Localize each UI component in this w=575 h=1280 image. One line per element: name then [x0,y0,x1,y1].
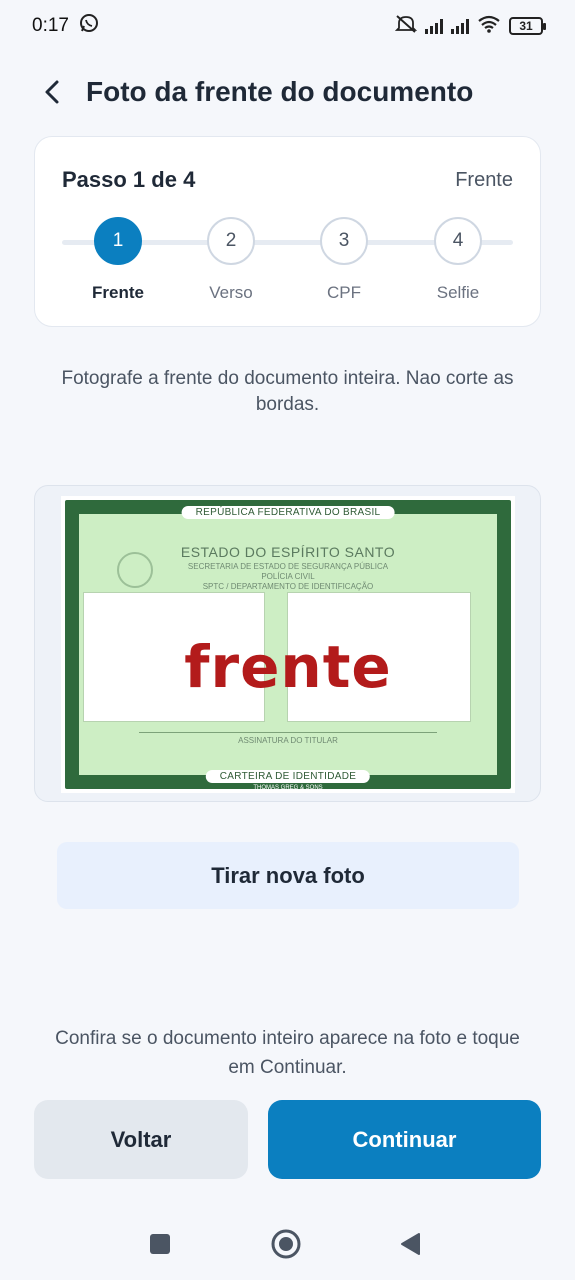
chevron-left-icon [45,80,59,104]
step-label: Selfie [436,283,480,302]
document-maker: THOMAS GREG & SONS [253,785,323,791]
header: Foto da frente do documento [0,62,575,122]
nav-back-button[interactable] [384,1218,436,1270]
status-right: 31 [394,14,546,39]
whatsapp-icon [79,13,99,39]
instruction-text: Fotografe a frente do documento inteira.… [61,368,514,415]
retake-photo-button[interactable]: Tirar nova foto [57,842,519,909]
step-circle: 3 [320,217,368,265]
document-background: ESTADO DO ESPÍRITO SANTO SECRETARIA DE E… [79,514,497,775]
status-bar: 0:17 31 [0,0,575,52]
signal-icon [451,18,469,34]
document-line: POLÍCIA CIVIL [261,572,315,581]
home-button[interactable] [260,1218,312,1270]
status-left: 0:17 [32,13,99,39]
step-selfie: 4 Selfie [408,217,508,303]
status-time: 0:17 [32,15,69,36]
back-arrow-button[interactable] [32,72,72,112]
square-icon [150,1234,170,1254]
document-line: SECRETARIA DE ESTADO DE SEGURANÇA PÚBLIC… [187,562,389,571]
signature-label: ASSINATURA DO TITULAR [238,736,338,745]
triangle-back-icon [401,1233,420,1255]
step-label: Verso [209,283,253,302]
signature-line [139,732,437,733]
continue-button[interactable]: Continuar [268,1100,541,1179]
recents-button[interactable] [134,1218,186,1270]
document-image: ESTADO DO ESPÍRITO SANTO SECRETARIA DE E… [61,496,515,793]
system-nav-bar [0,1218,575,1270]
step-frente: 1 Frente [68,217,168,303]
overlay-word: frente [184,633,392,701]
current-step-label: Frente [455,168,513,191]
circle-home-icon [271,1229,301,1259]
photo-preview: ESTADO DO ESPÍRITO SANTO SECRETARIA DE E… [34,485,541,802]
step-circle: 2 [207,217,255,265]
step-circle: 1 [94,217,142,265]
document-state: ESTADO DO ESPÍRITO SANTO [180,544,396,560]
document-banner-bottom: CARTEIRA DE IDENTIDADE [205,770,371,783]
signal-icon [425,18,443,34]
stepper-card: Passo 1 de 4 Frente 1 Frente 2 Verso 3 C… [34,136,541,327]
wifi-icon [477,15,501,38]
stepper-header: Passo 1 de 4 Frente [62,167,513,193]
document-banner-top: REPÚBLICA FEDERATIVA DO BRASIL [181,506,395,519]
back-button[interactable]: Voltar [34,1100,248,1179]
step-verso: 2 Verso [181,217,281,303]
step-cpf: 3 CPF [294,217,394,303]
mute-icon [394,14,418,39]
confirm-text: Confira se o documento inteiro aparece n… [55,1028,520,1078]
battery-icon: 31 [509,17,546,35]
step-circle: 4 [434,217,482,265]
document-line: SPTC / DEPARTAMENTO DE IDENTIFICAÇÃO [202,582,374,591]
step-label: Frente [92,283,144,302]
step-count: Passo 1 de 4 [62,167,196,192]
step-label: CPF [327,283,361,302]
document-border: ESTADO DO ESPÍRITO SANTO SECRETARIA DE E… [65,500,511,791]
page-title: Foto da frente do documento [86,76,474,107]
